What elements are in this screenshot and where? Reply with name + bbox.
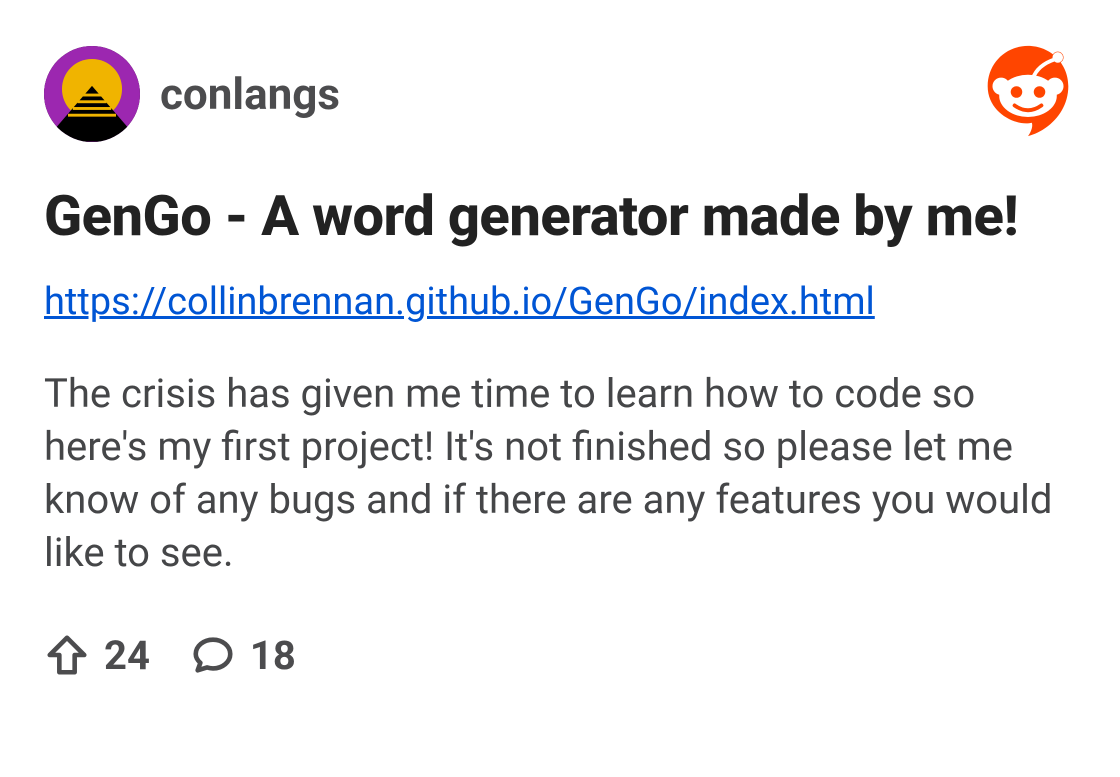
- subreddit-name[interactable]: conlangs: [160, 68, 340, 120]
- comment-count: 18: [250, 632, 296, 679]
- subreddit-avatar[interactable]: [44, 46, 140, 142]
- upvote-count: 24: [104, 632, 150, 679]
- post-body: The crisis has given me time to learn ho…: [44, 368, 1074, 579]
- comment-icon: [190, 632, 236, 678]
- upvote-control[interactable]: 24: [44, 632, 150, 679]
- post-title: GenGo - A word generator made by me!: [44, 182, 1076, 250]
- reddit-logo-icon[interactable]: [980, 44, 1076, 140]
- post-card: conlangs GenGo - A word generator made b…: [0, 0, 1120, 725]
- upvote-icon: [44, 632, 90, 678]
- post-footer: 24 18: [44, 632, 1076, 679]
- post-header: conlangs: [44, 46, 1076, 142]
- comment-control[interactable]: 18: [190, 632, 296, 679]
- post-link[interactable]: https://collinbrennan.github.io/GenGo/in…: [44, 280, 875, 324]
